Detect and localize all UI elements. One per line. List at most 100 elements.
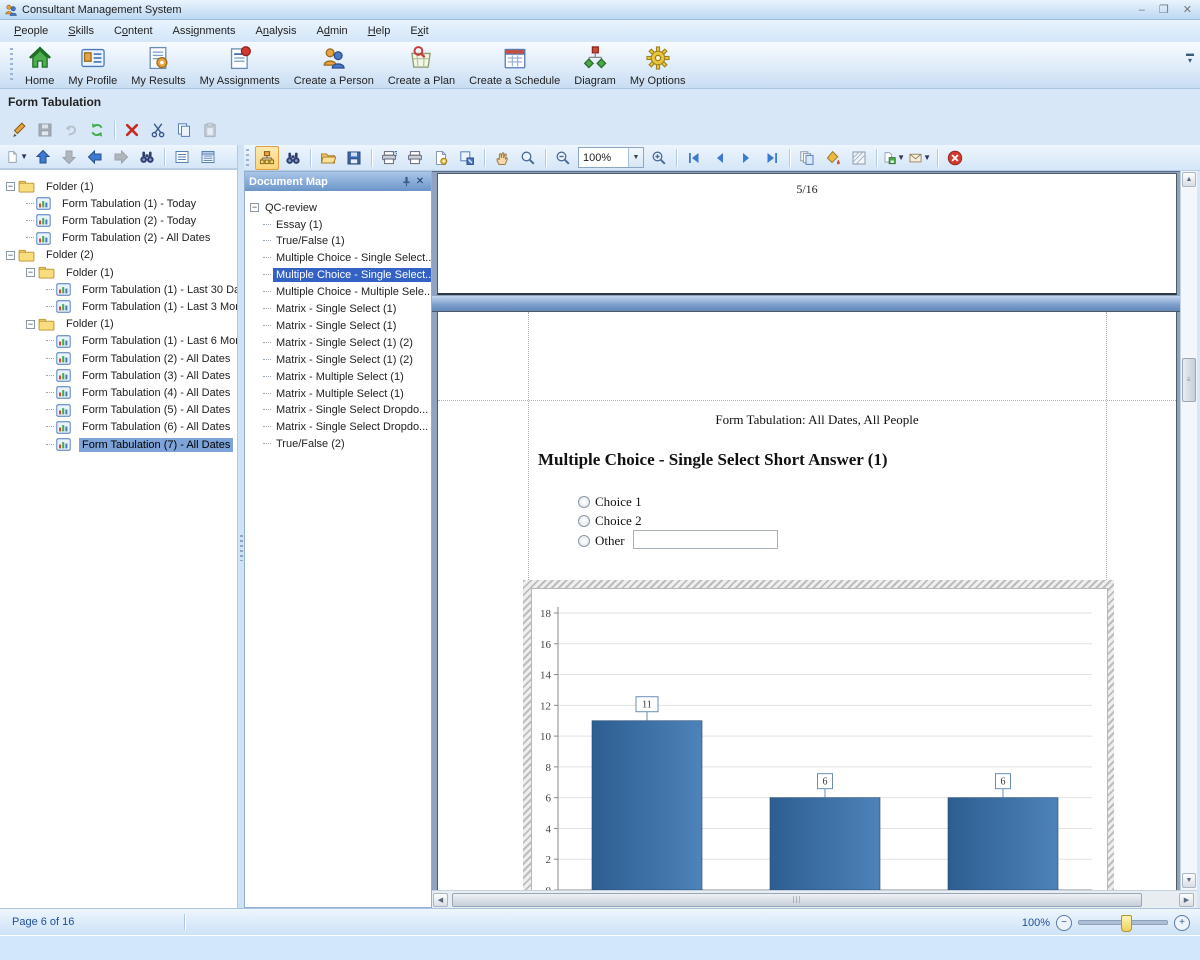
tree-report-item[interactable]: Form Tabulation (1) - Last 6 Months <box>46 333 237 350</box>
my-assignments-button[interactable]: My Assignments <box>193 42 287 89</box>
diagram-button[interactable]: Diagram <box>567 42 623 89</box>
tree-report-item[interactable]: Form Tabulation (7) - All Dates <box>46 436 233 453</box>
print-dialog-button[interactable]: ? <box>377 146 401 170</box>
export-document-button[interactable]: ▼ <box>882 146 906 170</box>
tree-item-label[interactable]: Form Tabulation (5) - All Dates <box>79 403 233 417</box>
close-preview-button[interactable] <box>943 146 967 170</box>
zoom-out-button[interactable] <box>551 146 575 170</box>
magnifier-button[interactable] <box>516 146 540 170</box>
toolbar-grip[interactable] <box>246 149 249 167</box>
zoom-combo[interactable]: 100%▼ <box>578 147 644 168</box>
delete-button[interactable] <box>120 118 144 142</box>
my-options-button[interactable]: My Options <box>623 42 693 89</box>
report-canvas[interactable]: 5/16 Form Tabulation: All Dates, All Peo… <box>432 171 1180 891</box>
home-button[interactable]: Home <box>18 42 61 89</box>
expander-icon[interactable]: − <box>250 203 259 212</box>
tree-report-item[interactable]: Form Tabulation (1) - Today <box>26 195 199 212</box>
tree-report-item[interactable]: Form Tabulation (3) - All Dates <box>46 367 233 384</box>
send-email-button[interactable]: ▼ <box>908 146 932 170</box>
edit-button[interactable] <box>7 118 31 142</box>
docmap-item-label[interactable]: True/False (2) <box>273 437 348 451</box>
page-color-button[interactable] <box>821 146 845 170</box>
pin-icon[interactable] <box>399 175 413 189</box>
docmap-item[interactable]: Matrix - Single Select (1) (2) <box>263 351 416 368</box>
tree-report-item[interactable]: Form Tabulation (1) - Last 30 Days <box>46 281 237 298</box>
tree-folder[interactable]: −Folder (1) <box>26 316 117 333</box>
docmap-item[interactable]: True/False (2) <box>263 436 348 453</box>
tree-item-label[interactable]: Form Tabulation (1) - Last 30 Days <box>79 283 237 297</box>
new-item-button[interactable]: ▼ <box>5 145 29 169</box>
title-bar[interactable]: Consultant Management System – ❐ ✕ <box>0 0 1200 20</box>
docmap-item[interactable]: Matrix - Single Select (1) <box>263 301 399 318</box>
back-button[interactable] <box>83 145 107 169</box>
move-down-button[interactable] <box>57 145 81 169</box>
docmap-item-label[interactable]: Matrix - Multiple Select (1) <box>273 387 407 401</box>
refresh-button[interactable] <box>85 118 109 142</box>
docmap-item[interactable]: True/False (1) <box>263 233 348 250</box>
my-profile-button[interactable]: My Profile <box>61 42 124 89</box>
create-a-schedule-button[interactable]: Create a Schedule <box>462 42 567 89</box>
docmap-item-label[interactable]: Matrix - Single Select Dropdo... <box>273 420 431 434</box>
docmap-item[interactable]: Matrix - Multiple Select (1) <box>263 385 407 402</box>
details-view-button[interactable] <box>196 145 220 169</box>
chart-selection-frame[interactable]: 0246810121416181166 <box>523 580 1114 891</box>
next-page-button[interactable] <box>734 146 758 170</box>
docmap-item-label[interactable]: True/False (1) <box>273 234 348 248</box>
tree-item-label[interactable]: Folder (1) <box>63 266 117 280</box>
expander-icon[interactable]: − <box>6 182 15 191</box>
tree-item-label[interactable]: Form Tabulation (6) - All Dates <box>79 420 233 434</box>
docmap-item-label[interactable]: Matrix - Single Select Dropdo... <box>273 403 431 417</box>
zoom-slider[interactable] <box>1078 920 1168 925</box>
tree-report-item[interactable]: Form Tabulation (4) - All Dates <box>46 384 233 401</box>
cut-button[interactable] <box>146 118 170 142</box>
docmap-item[interactable]: Multiple Choice - Multiple Sele... <box>263 284 432 301</box>
find-button[interactable] <box>135 145 159 169</box>
tree-report-item[interactable]: Form Tabulation (1) - Last 3 Months <box>46 298 237 315</box>
tree-folder[interactable]: − Folder (1) <box>6 178 97 195</box>
save-report-button[interactable] <box>342 146 366 170</box>
tree-item-label[interactable]: Form Tabulation (2) - All Dates <box>59 231 213 245</box>
tree-item-label[interactable]: Form Tabulation (1) - Today <box>59 197 199 211</box>
search-button[interactable] <box>281 146 305 170</box>
docmap-item[interactable]: Essay (1) <box>263 216 325 233</box>
tree-item-label[interactable]: Form Tabulation (1) - Last 3 Months <box>79 300 237 314</box>
docmap-item-label[interactable]: Matrix - Single Select (1) <box>273 302 399 316</box>
radio-button-icon[interactable] <box>578 515 590 527</box>
undo-button[interactable] <box>59 118 83 142</box>
horizontal-scrollbar[interactable]: ◀ ||| ▶ <box>432 890 1197 908</box>
docmap-item-label[interactable]: Multiple Choice - Single Select... <box>273 251 432 265</box>
docmap-item[interactable]: Multiple Choice - Single Select... <box>263 250 432 267</box>
menu-people[interactable]: People <box>4 22 58 40</box>
tree-report-item[interactable]: Form Tabulation (2) - All Dates <box>26 230 213 247</box>
menu-help[interactable]: Help <box>358 22 401 40</box>
docmap-item-label[interactable]: Matrix - Single Select (1) (2) <box>273 336 416 350</box>
scroll-down-button[interactable]: ▼ <box>1182 873 1196 888</box>
scroll-left-button[interactable]: ◀ <box>433 893 448 907</box>
chevron-down-icon[interactable]: ▼ <box>923 153 931 162</box>
minimize-button[interactable]: – <box>1139 5 1145 16</box>
menu-admin[interactable]: Admin <box>306 22 357 40</box>
move-up-button[interactable] <box>31 145 55 169</box>
tree-item-label[interactable]: Folder (1) <box>63 317 117 331</box>
forward-button[interactable] <box>109 145 133 169</box>
last-page-button[interactable] <box>760 146 784 170</box>
radio-button-icon[interactable] <box>578 496 590 508</box>
tree-item-label[interactable]: Form Tabulation (2) - All Dates <box>79 352 233 366</box>
docmap-item[interactable]: Matrix - Single Select (1) <box>263 317 399 334</box>
document-map-header[interactable]: Document Map ✕ <box>245 172 431 191</box>
chevron-down-icon[interactable]: ▼ <box>897 153 905 162</box>
tree-item-label[interactable]: Folder (1) <box>43 180 97 194</box>
docmap-item[interactable]: Multiple Choice - Single Select... <box>263 267 432 284</box>
tree-item-label[interactable]: Form Tabulation (7) - All Dates <box>79 438 233 452</box>
zoom-slider-thumb[interactable] <box>1121 915 1132 932</box>
docmap-root[interactable]: −QC-review <box>250 199 320 216</box>
scale-button[interactable] <box>455 146 479 170</box>
docmap-item[interactable]: Matrix - Single Select Dropdo... <box>263 402 431 419</box>
multiple-pages-button[interactable] <box>795 146 819 170</box>
zoom-out-icon[interactable]: − <box>1056 915 1072 931</box>
page-setup-button[interactable] <box>429 146 453 170</box>
docmap-item-label[interactable]: Matrix - Single Select (1) (2) <box>273 353 416 367</box>
tree-item-label[interactable]: Form Tabulation (3) - All Dates <box>79 369 233 383</box>
paste-button[interactable] <box>198 118 222 142</box>
docmap-item-label[interactable]: Multiple Choice - Multiple Sele... <box>273 285 432 299</box>
